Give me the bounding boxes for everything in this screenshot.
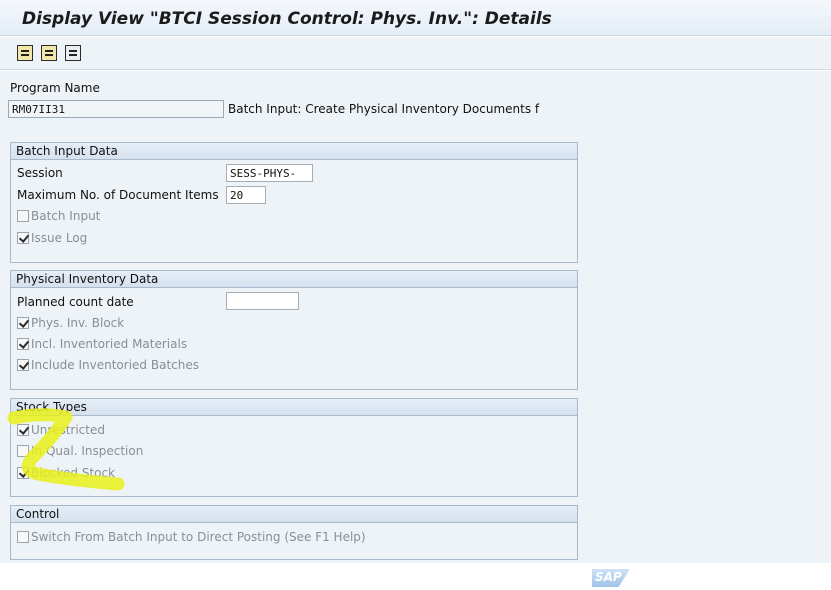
issue-log-checkbox[interactable]	[17, 232, 29, 244]
phys-inv-block-checkbox[interactable]	[17, 317, 29, 329]
incl-inventoried-materials-checkbox[interactable]	[17, 338, 29, 350]
next-entry-icon[interactable]	[41, 45, 57, 61]
planned-count-date-label: Planned count date	[17, 295, 134, 309]
group-title: Stock Types	[11, 399, 577, 416]
blocked-stock-checkbox[interactable]	[17, 467, 29, 479]
group-title: Physical Inventory Data	[11, 271, 577, 288]
unrestricted-label: Unrestricted	[31, 423, 105, 437]
switch-direct-posting-label: Switch From Batch Input to Direct Postin…	[31, 530, 366, 544]
batch-input-label: Batch Input	[31, 209, 101, 223]
include-inventoried-batches-checkbox[interactable]	[17, 359, 29, 371]
blocked-stock-label: Blocked Stock	[31, 466, 116, 480]
in-qual-inspection-checkbox[interactable]	[17, 445, 29, 457]
program-description: Batch Input: Create Physical Inventory D…	[228, 102, 540, 116]
physical-inventory-data-group: Physical Inventory Data Planned count da…	[10, 270, 578, 390]
table-view-icon[interactable]	[65, 45, 81, 61]
group-title: Batch Input Data	[11, 143, 577, 160]
unrestricted-checkbox[interactable]	[17, 424, 29, 436]
first-entry-icon[interactable]	[17, 45, 33, 61]
stock-types-group: Stock Types Unrestricted In Qual. Inspec…	[10, 398, 578, 497]
title-bar: Display View "BTCI Session Control: Phys…	[0, 0, 831, 36]
batch-input-data-group: Batch Input Data Session SESS-PHYS- Maxi…	[10, 142, 578, 263]
in-qual-inspection-label: In Qual. Inspection	[31, 444, 144, 458]
include-inventoried-batches-label: Include Inventoried Batches	[31, 358, 199, 372]
max-items-label: Maximum No. of Document Items	[17, 188, 219, 202]
issue-log-label: Issue Log	[31, 231, 88, 245]
footer-bar	[0, 563, 831, 590]
window-title: Display View "BTCI Session Control: Phys…	[22, 9, 552, 29]
switch-direct-posting-checkbox[interactable]	[17, 531, 29, 543]
control-group: Control Switch From Batch Input to Direc…	[10, 505, 578, 560]
program-name-label: Program Name	[10, 81, 100, 95]
group-title: Control	[11, 506, 577, 523]
incl-inventoried-materials-label: Incl. Inventoried Materials	[31, 337, 188, 351]
batch-input-checkbox[interactable]	[17, 210, 29, 222]
application-toolbar	[0, 37, 831, 70]
max-items-field[interactable]: 20	[226, 186, 266, 204]
session-label: Session	[17, 166, 63, 180]
session-field[interactable]: SESS-PHYS-	[226, 164, 313, 182]
planned-count-date-field[interactable]	[226, 292, 299, 310]
program-name-field[interactable]: RM07II31	[8, 100, 224, 118]
phys-inv-block-label: Phys. Inv. Block	[31, 316, 125, 330]
main-content: Program Name RM07II31 Batch Input: Creat…	[0, 71, 831, 563]
